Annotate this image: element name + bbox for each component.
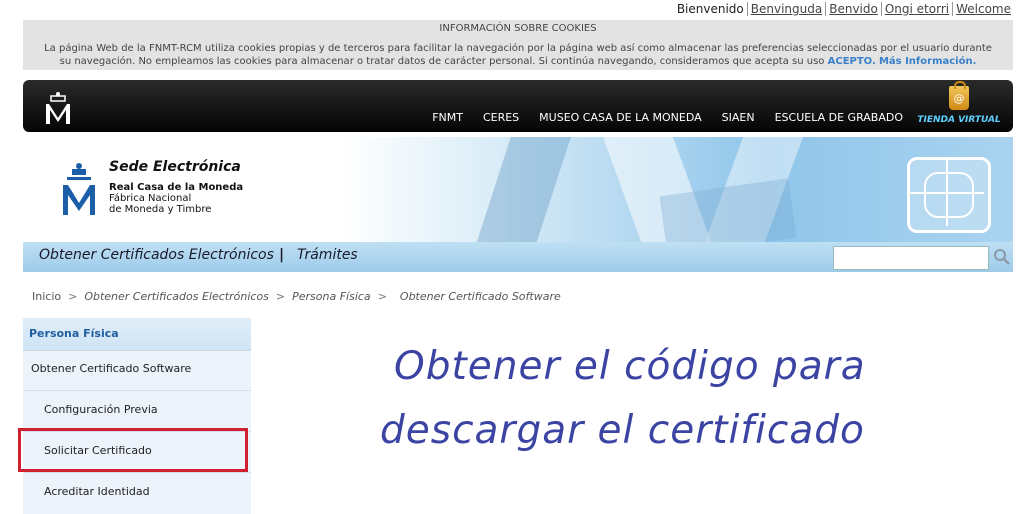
sidebar-header: Persona Física	[23, 318, 251, 351]
crown-m-logo-icon[interactable]	[43, 90, 73, 126]
heading-line-2: descargar el certificado	[380, 408, 865, 453]
top-menu-item-ceres[interactable]: CERES	[483, 111, 519, 124]
cookie-accept-link[interactable]: ACEPTO.	[828, 56, 876, 67]
breadcrumb-separator: >	[377, 290, 387, 303]
organization-name: Real Casa de la Moneda Fábrica Nacional …	[109, 182, 243, 215]
sede-title[interactable]: Sede Electrónica	[109, 159, 241, 175]
sidebar-header-label[interactable]: Persona Física	[29, 327, 119, 340]
banner-decoration	[468, 137, 578, 242]
sidebar-item-label: Obtener Certificado Software	[31, 362, 192, 375]
breadcrumb-item-persona-fisica[interactable]: Persona Física	[292, 290, 371, 303]
lang-link-english[interactable]: Welcome	[952, 2, 1014, 16]
smartcard-chip-icon	[907, 157, 991, 233]
lang-link-catalan[interactable]: Benvinguda	[746, 2, 825, 16]
org-line-1: Real Casa de la Moneda	[109, 182, 244, 193]
org-line-2: Fábrica Nacional	[109, 193, 192, 204]
cookie-more-info-link[interactable]: Más Información.	[879, 56, 976, 67]
sidebar-item-label: Configuración Previa	[44, 403, 158, 416]
top-menu-item-escuela[interactable]: ESCUELA DE GRABADO	[775, 111, 903, 124]
breadcrumb-separator: >	[275, 290, 286, 303]
org-line-3: de Moneda y Timbre	[109, 204, 212, 215]
language-bar: Bienvenido Benvinguda Benvido Ongi etorr…	[674, 2, 1014, 16]
sede-banner: Sede Electrónica Real Casa de la Moneda …	[23, 137, 1013, 242]
search-input[interactable]	[833, 246, 989, 270]
store-at-symbol: @	[953, 92, 965, 105]
breadcrumb-item-current: Obtener Certificado Software	[399, 290, 561, 303]
magnifier-icon[interactable]	[993, 248, 1011, 266]
sidebar: Persona Física Obtener Certificado Softw…	[23, 318, 251, 514]
cookie-notice: INFORMACIÓN SOBRE COOKIES La página Web …	[23, 20, 1013, 70]
nav-item-tramites[interactable]: Trámites	[297, 247, 358, 263]
shopping-bag-icon: @	[949, 81, 969, 110]
top-navigation-bar: FNMT CERES MUSEO CASA DE LA MONEDA SIAEN…	[23, 80, 1013, 132]
breadcrumb: Inicio > Obtener Certificados Electrónic…	[32, 290, 561, 303]
top-menu-item-museo[interactable]: MUSEO CASA DE LA MONEDA	[539, 111, 702, 124]
sidebar-item-configuracion-previa[interactable]: Configuración Previa	[23, 391, 251, 432]
sidebar-item-obtener-certificado-software[interactable]: Obtener Certificado Software	[23, 350, 251, 391]
breadcrumb-item-inicio[interactable]: Inicio	[32, 290, 61, 303]
top-menu-item-siaen[interactable]: SIAEN	[722, 111, 755, 124]
breadcrumb-separator: >	[68, 290, 78, 303]
nav-divider: |	[279, 247, 285, 263]
top-menu-item-fnmt[interactable]: FNMT	[432, 111, 463, 124]
heading-line-1: Obtener el código para	[394, 344, 866, 389]
secondary-nav-bar: Obtener Certificados Electrónicos | Trám…	[23, 242, 1013, 272]
sidebar-item-acreditar-identidad[interactable]: Acreditar Identidad	[23, 473, 251, 513]
page-heading: Obtener el código para descargar el cert…	[380, 335, 900, 463]
fnmt-logo-icon[interactable]	[61, 161, 97, 217]
nav-item-obtener-certificados[interactable]: Obtener Certificados Electrónicos	[39, 247, 274, 263]
virtual-store-link[interactable]: @ TIENDA VIRTUAL	[917, 81, 1001, 125]
sidebar-item-label: Acreditar Identidad	[44, 485, 150, 498]
cookie-body-container: La página Web de la FNMT-RCM utiliza coo…	[23, 42, 1013, 68]
top-menu: FNMT CERES MUSEO CASA DE LA MONEDA SIAEN…	[432, 111, 903, 124]
breadcrumb-item-obtener-certificados[interactable]: Obtener Certificados Electrónicos	[84, 290, 269, 303]
lang-link-galician[interactable]: Benvido	[825, 2, 881, 16]
highlight-box	[18, 428, 248, 472]
virtual-store-label: TIENDA VIRTUAL	[917, 115, 1001, 125]
lang-link-basque[interactable]: Ongi etorri	[880, 2, 952, 16]
welcome-text: Bienvenido	[676, 2, 744, 16]
cookie-title: INFORMACIÓN SOBRE COOKIES	[439, 23, 597, 34]
